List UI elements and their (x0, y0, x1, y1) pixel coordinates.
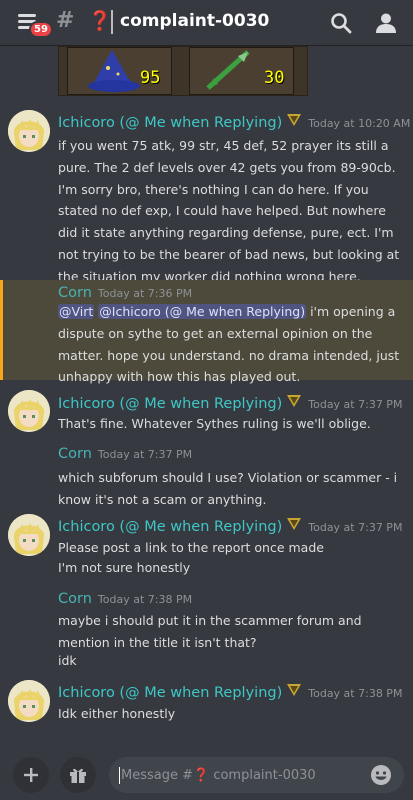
anime-avatar-icon (8, 680, 50, 722)
role-badge-icon (287, 518, 302, 530)
mention-indicator-bar (0, 280, 3, 380)
author-name[interactable]: Corn (58, 446, 92, 462)
message-timestamp: Today at 7:36 PM (97, 287, 193, 300)
hashtag-icon: # (56, 8, 75, 33)
message-line: Please post a link to the report once ma… (58, 540, 324, 555)
message-composer: Message #❓ complaint-0030 (0, 750, 413, 800)
emoji-icon[interactable] (370, 764, 392, 786)
message-line: I'm not sure honestly (58, 560, 191, 575)
message-timestamp: Today at 7:37 PM (97, 448, 193, 461)
message-input[interactable]: Message #❓ complaint-0030 (109, 757, 404, 793)
author-name[interactable]: Ichicoro (@ Me when Replying) (58, 685, 282, 701)
notification-badge: 59 (29, 21, 53, 38)
role-badge-icon (287, 684, 302, 696)
message-content: which subforum should I use? Violation o… (58, 470, 398, 507)
right-slot-value: 30 (264, 68, 285, 88)
anime-avatar-icon (8, 390, 50, 432)
message-header: Ichicoro (@ Me when Replying) Today at 1… (58, 113, 410, 131)
avatar[interactable] (8, 390, 50, 432)
gift-button[interactable] (60, 757, 96, 793)
question-mark-emoji: ❓ (88, 10, 112, 32)
message-content: Idk either honestly (58, 706, 176, 721)
user-mention[interactable]: @Ichicoro (@ Me when Replying) (98, 304, 307, 319)
message-header: Ichicoro (@ Me when Replying) Today at 7… (58, 394, 402, 412)
wizard-hat-slot: 95 (67, 47, 172, 95)
text-caret (119, 766, 120, 784)
arrow-icon (206, 50, 250, 90)
plus-icon (24, 768, 38, 782)
members-button[interactable] (373, 10, 399, 36)
ranged-slot: 30 (189, 47, 294, 95)
placeholder-channel: complaint-0030 (209, 767, 316, 783)
anime-avatar-icon (8, 110, 50, 152)
channel-header: 59 # ❓ complaint-0030 (0, 0, 413, 46)
search-button[interactable] (328, 10, 354, 36)
message-header: Ichicoro (@ Me when Replying) Today at 7… (58, 683, 402, 701)
question-mark-emoji: ❓ (193, 767, 210, 783)
add-attachment-button[interactable] (13, 757, 49, 793)
anime-avatar-icon (8, 514, 50, 556)
message-timestamp: Today at 10:20 AM (308, 117, 411, 130)
message-content: That's fine. Whatever Sythes ruling is w… (58, 416, 371, 431)
channel-divider (111, 10, 113, 34)
user-mention[interactable]: @Virt (58, 304, 95, 319)
message-timestamp: Today at 7:38 PM (308, 687, 403, 700)
avatar[interactable] (8, 514, 50, 556)
author-name[interactable]: Corn (58, 591, 92, 607)
members-icon (376, 13, 396, 33)
author-name[interactable]: Ichicoro (@ Me when Replying) (58, 519, 282, 535)
image-attachment[interactable]: 95 30 (58, 46, 308, 96)
author-name[interactable]: Ichicoro (@ Me when Replying) (58, 115, 282, 131)
search-icon (331, 13, 352, 34)
message-header: Corn Today at 7:36 PM (58, 285, 192, 301)
avatar[interactable] (8, 110, 50, 152)
wizard-hat-icon (88, 50, 140, 92)
message-header: Ichicoro (@ Me when Replying) Today at 7… (58, 517, 402, 535)
left-slot-value: 95 (140, 68, 161, 88)
gift-icon (70, 768, 86, 783)
message-content: @Virt @Ichicoro (@ Me when Replying) i'm… (58, 301, 403, 388)
avatar[interactable] (8, 680, 50, 722)
message-line: maybe i should put it in the scammer for… (58, 613, 362, 650)
message-header: Corn Today at 7:37 PM (58, 446, 192, 462)
message-content: if you went 75 atk, 99 str, 45 def, 52 p… (58, 138, 400, 284)
message-line: idk (58, 653, 77, 668)
author-name[interactable]: Corn (58, 285, 92, 301)
message-input-placeholder: Message #❓ complaint-0030 (121, 768, 316, 783)
message-timestamp: Today at 7:38 PM (97, 593, 193, 606)
menu-icon (18, 14, 36, 17)
message-timestamp: Today at 7:37 PM (308, 521, 403, 534)
channel-title[interactable]: complaint-0030 (120, 11, 269, 31)
role-badge-icon (287, 114, 302, 126)
role-badge-icon (287, 395, 302, 407)
author-name[interactable]: Ichicoro (@ Me when Replying) (58, 396, 282, 412)
placeholder-prefix: Message # (121, 767, 194, 783)
message-header: Corn Today at 7:38 PM (58, 591, 192, 607)
message-timestamp: Today at 7:37 PM (308, 398, 403, 411)
